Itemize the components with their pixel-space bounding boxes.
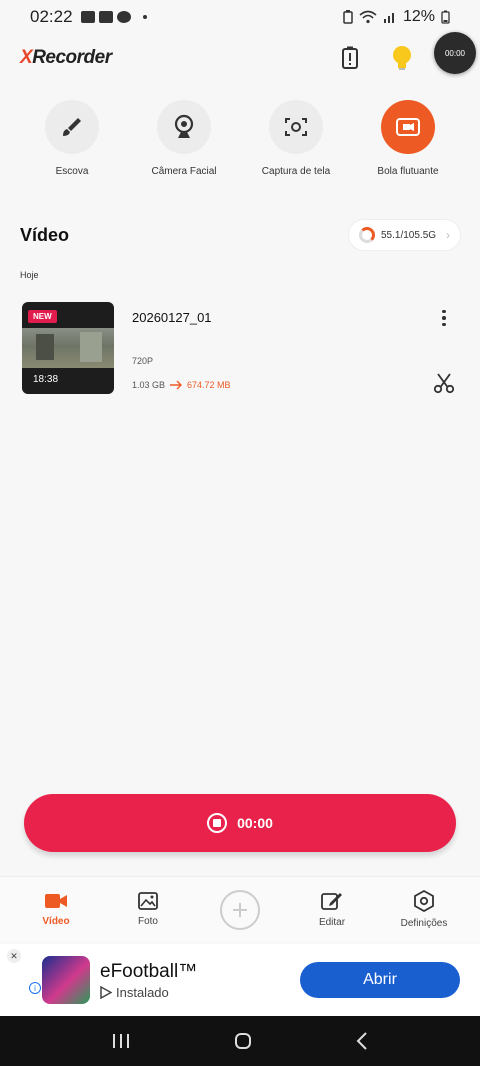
photo-icon — [138, 892, 158, 910]
play-store-icon — [100, 985, 112, 999]
ad-subtitle: Instalado — [116, 984, 169, 1000]
system-navigation-bar — [0, 1016, 480, 1066]
storage-indicator[interactable]: 55.1/105.5G › — [348, 219, 461, 251]
tool-floating-ball[interactable]: Bola flutuante — [358, 100, 458, 177]
plus-icon — [220, 889, 260, 930]
lightbulb-icon[interactable] — [388, 44, 416, 72]
more-notifications-icon — [142, 15, 147, 19]
record-button[interactable]: 00:00 — [24, 794, 456, 852]
size-original: 1.03 GB — [132, 380, 166, 390]
floating-ball-icon — [381, 100, 435, 154]
nav-label: Vídeo — [42, 916, 70, 927]
size-compressed: 674.72 MB — [187, 380, 231, 390]
date-group-label: Hoje — [20, 270, 39, 280]
video-resolution: 720P — [132, 356, 154, 366]
back-icon[interactable] — [355, 1032, 369, 1050]
video-camera-icon — [45, 894, 67, 908]
scissors-icon[interactable] — [433, 372, 455, 394]
recent-apps-icon[interactable] — [111, 1033, 131, 1049]
battery-warning-icon[interactable] — [336, 44, 364, 72]
capcut-icon — [98, 11, 113, 23]
record-timer: 00:00 — [237, 815, 273, 831]
info-icon[interactable]: i — [29, 982, 41, 994]
battery-percent: 12% — [402, 8, 435, 25]
home-icon[interactable] — [234, 1032, 252, 1050]
open-button[interactable]: Abrir — [300, 962, 460, 998]
nav-video[interactable]: Vídeo — [21, 892, 91, 927]
close-icon[interactable]: ✕ — [7, 949, 21, 963]
floating-recorder-ball[interactable]: 00:00 — [434, 32, 476, 74]
nav-add[interactable] — [205, 889, 275, 930]
tool-label: Escova — [55, 166, 89, 177]
ad-subtitle-row: Instalado — [100, 985, 197, 1000]
app-logo: XRecorder — [20, 47, 112, 68]
thumbnail-image — [22, 328, 114, 368]
section-title: Vídeo — [20, 225, 70, 245]
webcam-icon — [157, 100, 211, 154]
ad-banner[interactable]: ✕ i eFootball™ Instalado Abrir — [0, 944, 480, 1016]
video-size: 1.03 GB 674.72 MB — [132, 380, 231, 390]
ad-title: eFootball™ — [100, 960, 198, 982]
tool-label: Captura de tela — [261, 166, 331, 177]
ad-text: eFootball™ Instalado — [100, 961, 197, 1000]
chevron-right-icon: › — [446, 228, 450, 242]
screenshot-icon — [269, 100, 323, 154]
new-badge: NEW — [28, 310, 57, 323]
status-bar: 02:22 12% — [0, 0, 480, 34]
tool-facecam[interactable]: Câmera Facial — [134, 100, 234, 177]
storage-text: 55.1/105.5G — [381, 229, 437, 241]
nav-label: Definições — [400, 918, 448, 929]
wifi-icon — [359, 10, 377, 24]
tool-shortcuts: Escova Câmera Facial Captura de tela Bol… — [0, 100, 480, 177]
notification-icons — [80, 11, 147, 23]
video-list-item[interactable]: NEW 18:38 20260127_01 720P 1.03 GB 674.7… — [22, 302, 462, 396]
arrow-right-icon — [170, 380, 183, 390]
video-name: 20260127_01 — [132, 310, 212, 325]
nav-settings[interactable]: Definições — [389, 890, 459, 929]
edit-icon — [321, 893, 342, 910]
brush-icon — [45, 100, 99, 154]
video-thumbnail[interactable]: NEW 18:38 — [22, 302, 114, 394]
battery-saver-icon — [343, 10, 353, 24]
bottom-navigation: Vídeo Foto Editar Definições — [0, 876, 480, 942]
video-duration: 18:38 — [33, 374, 59, 385]
youtube-icon — [80, 11, 95, 23]
settings-icon — [414, 890, 434, 912]
tool-brush[interactable]: Escova — [22, 100, 122, 177]
tool-label: Bola flutuante — [377, 166, 439, 177]
more-options-icon[interactable] — [434, 306, 454, 330]
nav-label: Foto — [137, 916, 158, 927]
status-right: 12% — [343, 8, 450, 26]
app-icon — [42, 956, 90, 1004]
storage-ring-icon — [359, 227, 375, 243]
nav-label: Editar — [318, 917, 346, 928]
status-time: 02:22 — [30, 7, 73, 26]
stop-icon — [207, 813, 228, 833]
battery-icon — [441, 10, 450, 24]
signal-icon — [383, 13, 394, 23]
nav-edit[interactable]: Editar — [297, 891, 367, 928]
whatsapp-icon — [116, 11, 131, 23]
app-header: XRecorder — [0, 34, 480, 82]
tool-screenshot[interactable]: Captura de tela — [246, 100, 346, 177]
nav-photo[interactable]: Foto — [113, 892, 183, 927]
tool-label: Câmera Facial — [151, 166, 217, 177]
